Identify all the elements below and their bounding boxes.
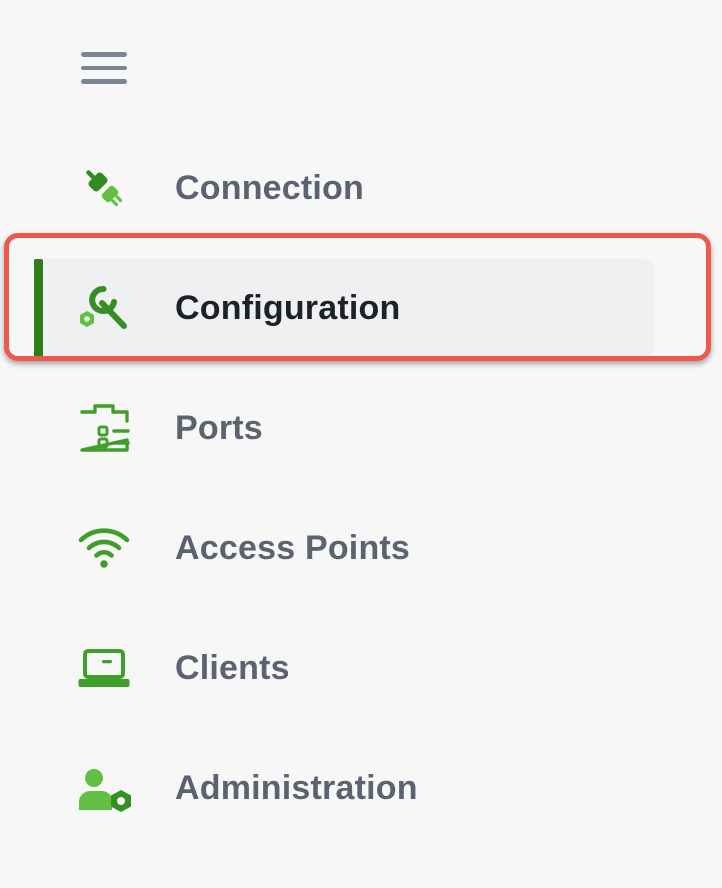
sidebar-item-label: Connection: [175, 169, 364, 207]
sidebar-item-label: Ports: [175, 409, 263, 447]
admin-user-icon: [76, 760, 132, 816]
ports-icon: [76, 400, 132, 456]
hamburger-line: [81, 52, 127, 57]
sidebar-item-administration[interactable]: Administration: [34, 739, 654, 837]
sidebar-nav: Connection Configuration Ports Access Po…: [0, 0, 722, 888]
sidebar-item-label: Configuration: [175, 289, 401, 327]
wifi-icon: [76, 520, 132, 576]
laptop-icon: [76, 640, 132, 696]
active-indicator: [34, 259, 43, 357]
sidebar-item-ports[interactable]: Ports: [34, 379, 654, 477]
sidebar-item-access-points[interactable]: Access Points: [34, 499, 654, 597]
hamburger-line: [81, 79, 127, 84]
sidebar-item-label: Administration: [175, 769, 418, 807]
hamburger-menu-icon[interactable]: [78, 46, 130, 90]
sidebar-item-connection[interactable]: Connection: [34, 139, 654, 237]
sidebar-item-configuration[interactable]: Configuration: [34, 259, 654, 357]
sidebar-item-label: Access Points: [175, 529, 411, 567]
plug-icon: [76, 160, 132, 216]
hamburger-line: [81, 65, 127, 70]
wrench-icon: [76, 280, 132, 336]
sidebar-item-clients[interactable]: Clients: [34, 619, 654, 717]
sidebar-item-label: Clients: [175, 649, 290, 687]
